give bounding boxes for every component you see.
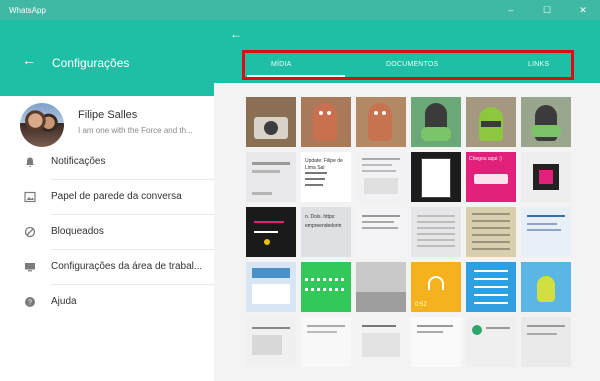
media-thumb[interactable] bbox=[301, 317, 351, 367]
menu-item-help[interactable]: ? Ajuda bbox=[0, 285, 214, 320]
media-thumb[interactable] bbox=[466, 262, 516, 312]
tab-media[interactable]: MÍDIA bbox=[271, 61, 291, 68]
menu-item-desktop[interactable]: Configurações da área de trabal... bbox=[0, 250, 214, 285]
media-thumb[interactable] bbox=[521, 207, 571, 257]
media-thumb[interactable] bbox=[301, 262, 351, 312]
window-title: WhatsApp bbox=[9, 6, 46, 15]
headphones-icon bbox=[428, 276, 444, 290]
media-thumb[interactable] bbox=[246, 152, 296, 202]
media-thumb[interactable]: Update: Filipe de Lima Sal bbox=[301, 152, 351, 202]
media-thumb[interactable] bbox=[411, 97, 461, 147]
svg-text:?: ? bbox=[28, 300, 32, 307]
media-thumb[interactable] bbox=[411, 152, 461, 202]
bell-icon bbox=[24, 156, 36, 168]
back-arrow-icon[interactable]: ← bbox=[22, 52, 36, 68]
menu-item-blocked[interactable]: Bloqueados bbox=[0, 215, 214, 250]
maximize-button[interactable]: ☐ bbox=[540, 3, 554, 17]
media-thumb[interactable] bbox=[301, 97, 351, 147]
settings-header: ← Configurações bbox=[0, 20, 214, 96]
media-thumb[interactable] bbox=[521, 262, 571, 312]
menu-label: Configurações da área de trabal... bbox=[51, 261, 203, 272]
thumb-text: n. Dois. https: bbox=[305, 214, 336, 220]
media-thumb[interactable] bbox=[521, 317, 571, 367]
media-thumb[interactable] bbox=[246, 317, 296, 367]
active-tab-indicator bbox=[247, 75, 345, 77]
tab-links[interactable]: LINKS bbox=[528, 61, 549, 68]
media-thumb[interactable]: n. Dois. https: empreendedorin bbox=[301, 207, 351, 257]
media-thumb[interactable]: 0:52 bbox=[411, 262, 461, 312]
media-thumb[interactable]: Chegou aqui :) bbox=[466, 152, 516, 202]
blocked-icon bbox=[24, 226, 36, 238]
media-panel: ← MÍDIA DOCUMENTOS LINKS Update: Filipe … bbox=[214, 20, 600, 381]
media-thumb[interactable] bbox=[356, 207, 406, 257]
media-thumb[interactable] bbox=[246, 97, 296, 147]
media-header: ← MÍDIA DOCUMENTOS LINKS bbox=[214, 20, 600, 83]
media-thumb[interactable] bbox=[356, 97, 406, 147]
tab-documents[interactable]: DOCUMENTOS bbox=[386, 61, 438, 68]
settings-title: Configurações bbox=[52, 56, 130, 70]
menu-item-wallpaper[interactable]: Papel de parede da conversa bbox=[0, 180, 214, 215]
settings-menu: Notificações Papel de parede da conversa… bbox=[0, 145, 214, 320]
menu-item-notifications[interactable]: Notificações bbox=[0, 145, 214, 180]
close-button[interactable]: ✕ bbox=[576, 3, 590, 17]
media-thumb[interactable] bbox=[466, 317, 516, 367]
media-thumb[interactable] bbox=[356, 152, 406, 202]
media-thumb[interactable] bbox=[411, 207, 461, 257]
menu-label: Papel de parede da conversa bbox=[51, 191, 182, 202]
menu-label: Notificações bbox=[51, 156, 106, 167]
profile-name: Filipe Salles bbox=[78, 109, 138, 121]
settings-panel: ← Configurações Filipe Salles I am one w… bbox=[0, 20, 214, 381]
desktop-icon bbox=[24, 261, 36, 273]
minimize-button[interactable]: – bbox=[504, 3, 518, 17]
media-thumb[interactable] bbox=[246, 207, 296, 257]
menu-label: Bloqueados bbox=[51, 226, 104, 237]
media-thumb[interactable] bbox=[521, 97, 571, 147]
audio-duration: 0:52 bbox=[415, 302, 427, 308]
media-tabs: MÍDIA DOCUMENTOS LINKS bbox=[242, 50, 574, 80]
back-arrow-icon[interactable]: ← bbox=[230, 27, 242, 41]
title-bar: WhatsApp – ☐ ✕ bbox=[0, 0, 600, 20]
avatar[interactable] bbox=[20, 103, 64, 147]
media-thumb[interactable] bbox=[466, 207, 516, 257]
media-thumb[interactable] bbox=[411, 317, 461, 367]
profile-status: I am one with the Force and th... bbox=[78, 126, 193, 135]
thumb-text: empreendedorin bbox=[305, 223, 342, 229]
media-thumb[interactable] bbox=[246, 262, 296, 312]
thumb-text: Update: Filipe de Lima Sal bbox=[305, 158, 343, 171]
thumb-text: Chegou aqui :) bbox=[469, 156, 502, 162]
wallpaper-icon bbox=[24, 191, 36, 203]
media-thumb[interactable] bbox=[466, 97, 516, 147]
media-thumb[interactable] bbox=[356, 317, 406, 367]
media-thumb[interactable] bbox=[356, 262, 406, 312]
menu-label: Ajuda bbox=[51, 296, 77, 307]
media-thumb[interactable] bbox=[521, 152, 571, 202]
media-grid: Update: Filipe de Lima Sal Chegou aqui :… bbox=[246, 97, 571, 381]
help-icon: ? bbox=[24, 296, 36, 308]
